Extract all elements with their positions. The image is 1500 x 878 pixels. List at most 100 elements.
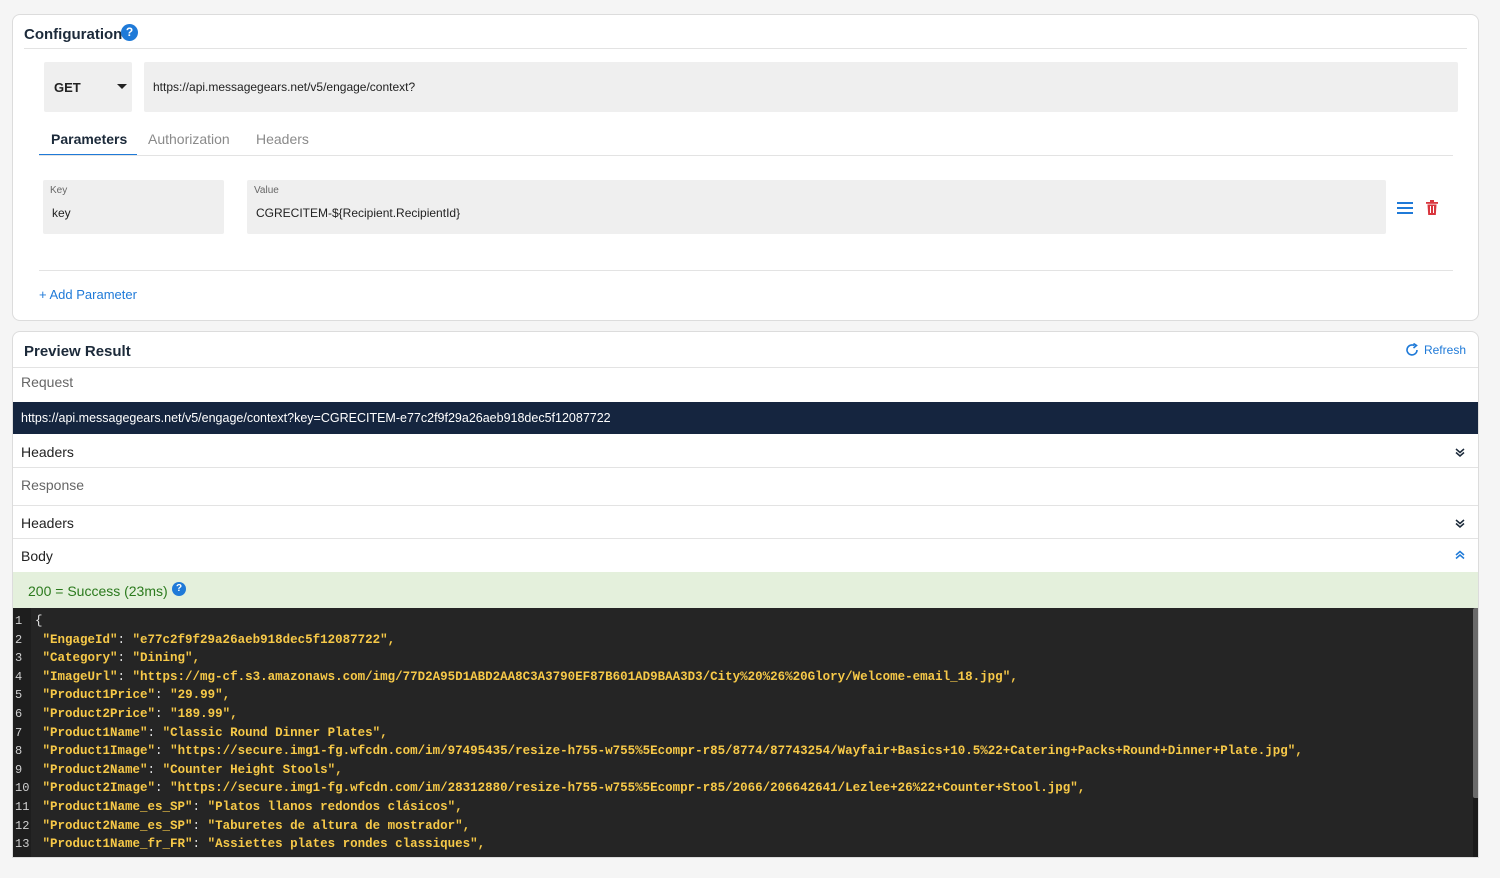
line-number: 13 — [15, 837, 30, 852]
json-value: "Classic Round Dinner Plates", — [162, 725, 388, 740]
line-number: 4 — [15, 669, 23, 684]
line-number: 2 — [15, 632, 23, 647]
param-key-field[interactable]: Key key — [43, 180, 224, 234]
line-number: 8 — [15, 744, 23, 759]
scrollbar-thumb[interactable] — [1473, 608, 1478, 798]
code-line: 4 "ImageUrl": "https://mg-cf.s3.amazonaw… — [13, 668, 1473, 687]
json-key: "Product1Price" — [42, 688, 156, 703]
json-value: "Dining", — [132, 651, 201, 666]
configuration-panel: Configuration ? GET Parameters Authoriza… — [12, 14, 1479, 321]
trash-icon[interactable] — [1426, 200, 1438, 220]
chevron-down-icon[interactable] — [1454, 446, 1466, 458]
code-line: 8 "Product1Image": "https://secure.img1-… — [13, 742, 1473, 761]
line-content: "Product1Name": "Classic Round Dinner Pl… — [42, 725, 388, 740]
line-content: "Product2Price": "189.99", — [42, 707, 238, 721]
help-icon[interactable]: ? — [172, 582, 186, 596]
line-content: "Product2Image": "https://secure.img1-fg… — [42, 781, 1086, 796]
json-key: "Category" — [42, 651, 118, 666]
punctuation: { — [35, 614, 43, 628]
json-value: "https://secure.img1-fg.wfcdn.com/im/283… — [170, 781, 1086, 796]
line-number: 3 — [15, 651, 23, 666]
json-value: "e77c2f9f29a26aeb918dec5f12087722", — [132, 632, 396, 647]
param-key-value: key — [52, 206, 71, 220]
code-line: 5 "Product1Price": "29.99", — [13, 686, 1473, 705]
line-content: "Category": "Dining", — [42, 651, 201, 666]
line-number: 11 — [15, 800, 30, 814]
line-number: 12 — [15, 818, 30, 833]
preview-title-divider — [13, 367, 1478, 368]
line-content: "Product2Name_es_SP": "Taburetes de altu… — [42, 818, 471, 833]
json-value: "29.99", — [170, 688, 231, 703]
line-number: 9 — [15, 762, 23, 777]
code-line: 10 "Product2Image": "https://secure.img1… — [13, 779, 1473, 798]
response-body-code[interactable]: 1{2 "EngageId": "e77c2f9f29a26aeb918dec5… — [13, 608, 1478, 857]
json-key: "Product1Image" — [42, 744, 156, 759]
url-input[interactable] — [144, 62, 1458, 112]
add-parameter-link[interactable]: + Add Parameter — [39, 287, 137, 302]
json-value: "189.99", — [170, 707, 238, 721]
tab-headers[interactable]: Headers — [256, 131, 309, 147]
refresh-label: Refresh — [1423, 343, 1466, 357]
json-value: "https://secure.img1-fg.wfcdn.com/im/974… — [170, 744, 1303, 759]
title-divider — [24, 48, 1467, 49]
tab-parameters[interactable]: Parameters — [51, 131, 127, 147]
json-value: "Platos llanos redondos clásicos", — [207, 800, 463, 814]
line-content: { — [35, 612, 43, 631]
json-key: "Product2Price" — [42, 707, 156, 721]
response-label: Response — [21, 477, 85, 493]
json-key: "Product1Name_fr_FR" — [42, 837, 193, 852]
request-headers-label[interactable]: Headers — [21, 444, 74, 460]
code-line: 12 "Product2Name_es_SP": "Taburetes de a… — [13, 817, 1473, 836]
param-value-label: Value — [254, 185, 279, 196]
configuration-title: Configuration — [24, 26, 123, 43]
method-value: GET — [54, 80, 81, 95]
json-key: "Product2Image" — [42, 781, 156, 796]
line-number: 7 — [15, 725, 23, 740]
caret-down-icon — [117, 84, 127, 89]
line-number: 6 — [15, 707, 23, 721]
status-bar: 200 = Success (23ms) ? — [13, 572, 1478, 608]
response-headers-label[interactable]: Headers — [21, 515, 74, 531]
divider — [13, 505, 1478, 506]
refresh-button[interactable]: Refresh — [1405, 343, 1466, 357]
request-label: Request — [21, 374, 74, 390]
line-number: 5 — [15, 688, 23, 703]
method-select[interactable]: GET — [44, 62, 132, 112]
line-content: "Product1Name_es_SP": "Platos llanos red… — [42, 800, 463, 814]
param-value-field[interactable]: Value CGRECITEM-${Recipient.RecipientId} — [247, 180, 1386, 234]
json-value: "Assiettes plates rondes classiques", — [207, 837, 486, 852]
line-number: 10 — [15, 781, 30, 796]
body-label[interactable]: Body — [21, 548, 53, 564]
divider — [13, 467, 1478, 468]
tab-authorization[interactable]: Authorization — [148, 131, 230, 147]
preview-panel: Preview Result Refresh Request https://a… — [12, 331, 1479, 858]
code-line: 6 "Product2Price": "189.99", — [13, 705, 1473, 724]
help-icon[interactable]: ? — [121, 24, 138, 41]
status-text: 200 = Success (23ms) — [28, 583, 168, 599]
json-key: "Product2Name_es_SP" — [42, 818, 193, 833]
code-line: 2 "EngageId": "e77c2f9f29a26aeb918dec5f1… — [13, 631, 1473, 650]
code-line: 1{ — [13, 612, 1473, 631]
json-key: "Product2Name" — [42, 762, 148, 777]
line-content: "Product1Name_fr_FR": "Assiettes plates … — [42, 837, 486, 852]
line-content: "ImageUrl": "https://mg-cf.s3.amazonaws.… — [42, 669, 1018, 684]
chevron-up-icon[interactable] — [1454, 549, 1466, 561]
code-line: 3 "Category": "Dining", — [13, 649, 1473, 668]
code-line: 13 "Product1Name_fr_FR": "Assiettes plat… — [13, 835, 1473, 854]
line-content: "Product2Name": "Counter Height Stools", — [42, 762, 343, 777]
json-key: "ImageUrl" — [42, 669, 118, 684]
code-line: 11 "Product1Name_es_SP": "Platos llanos … — [13, 798, 1473, 817]
refresh-icon — [1406, 343, 1418, 356]
line-content: "Product1Price": "29.99", — [42, 688, 231, 703]
code-line: 7 "Product1Name": "Classic Round Dinner … — [13, 724, 1473, 743]
json-key: "Product1Name" — [42, 725, 148, 740]
chevron-down-icon[interactable] — [1454, 517, 1466, 529]
json-value: "https://mg-cf.s3.amazonaws.com/img/77D2… — [132, 669, 1018, 684]
param-value-value: CGRECITEM-${Recipient.RecipientId} — [256, 206, 461, 220]
request-url: https://api.messagegears.net/v5/engage/c… — [13, 402, 1478, 434]
divider — [13, 538, 1478, 539]
menu-icon[interactable] — [1397, 201, 1413, 220]
tabs-divider — [39, 155, 1453, 156]
line-content: "Product1Image": "https://secure.img1-fg… — [42, 744, 1303, 759]
json-key: "EngageId" — [42, 632, 118, 647]
